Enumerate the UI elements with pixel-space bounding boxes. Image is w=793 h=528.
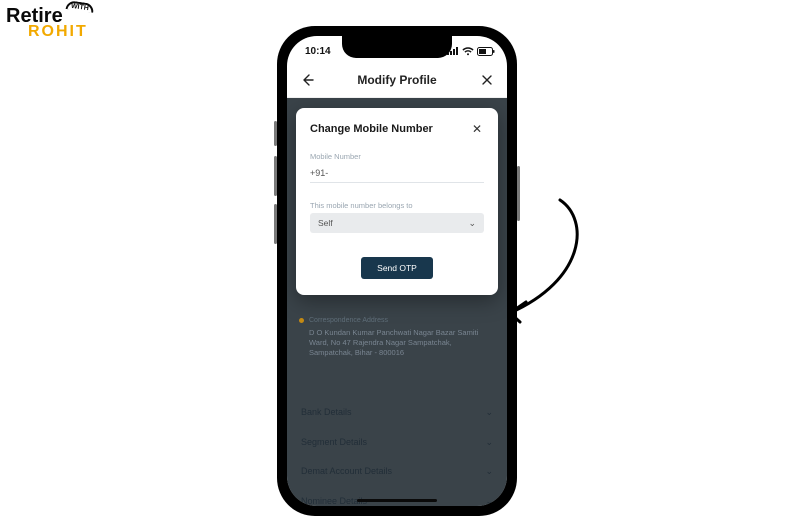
logo-badge: WITH <box>65 0 94 13</box>
belongs-to-select[interactable]: Self ⌄ <box>310 213 484 233</box>
accordion-label: Segment Details <box>301 436 367 450</box>
back-button[interactable] <box>299 72 315 88</box>
phone-screen: 10:14 Modify Profile Correspondence Addr… <box>287 36 507 506</box>
accordion-item[interactable]: Bank Details ⌄ <box>297 398 497 428</box>
section-list: Bank Details ⌄ Segment Details ⌄ Demat A… <box>297 398 497 506</box>
screen-header: Modify Profile <box>287 62 507 98</box>
belongs-to-label: This mobile number belongs to <box>310 201 484 210</box>
modal-title: Change Mobile Number <box>310 123 433 135</box>
accordion-item[interactable]: Nominee Details ⌄ <box>297 487 497 507</box>
close-icon: ✕ <box>472 122 482 136</box>
accordion-item[interactable]: Demat Account Details ⌄ <box>297 457 497 487</box>
change-mobile-modal: Change Mobile Number ✕ Mobile Number Thi… <box>296 108 498 295</box>
arrow-left-icon <box>300 73 314 87</box>
brand-logo: Retire WITH ROHIT <box>6 6 88 40</box>
mobile-number-label: Mobile Number <box>310 152 484 161</box>
chevron-down-icon: ⌄ <box>485 406 493 420</box>
accordion-item[interactable]: Segment Details ⌄ <box>297 428 497 458</box>
page-title: Modify Profile <box>357 73 436 87</box>
close-button[interactable] <box>479 72 495 88</box>
chevron-down-icon: ⌄ <box>485 436 493 450</box>
phone-notch <box>342 36 452 58</box>
phone-side-button <box>274 204 277 244</box>
close-icon <box>481 74 493 86</box>
screen-content: Correspondence Address D O Kundan Kumar … <box>287 98 507 506</box>
battery-icon <box>477 47 495 56</box>
phone-side-button <box>517 166 520 221</box>
phone-side-button <box>274 121 277 146</box>
phone-side-button <box>274 156 277 196</box>
chevron-down-icon: ⌄ <box>485 465 493 479</box>
select-value: Self <box>318 218 333 228</box>
accordion-label: Demat Account Details <box>301 465 392 479</box>
address-block: Correspondence Address D O Kundan Kumar … <box>309 316 479 358</box>
status-icons <box>447 47 495 56</box>
bullet-icon <box>299 318 304 323</box>
logo-line2: ROHIT <box>28 24 88 40</box>
home-indicator[interactable] <box>357 499 437 502</box>
send-otp-button[interactable]: Send OTP <box>361 257 433 279</box>
chevron-down-icon: ⌄ <box>485 495 493 507</box>
wifi-icon <box>462 47 474 56</box>
accordion-label: Bank Details <box>301 406 352 420</box>
modal-close-button[interactable]: ✕ <box>470 122 484 136</box>
phone-frame: 10:14 Modify Profile Correspondence Addr… <box>277 26 517 516</box>
address-title: Correspondence Address <box>309 316 479 327</box>
address-text: D O Kundan Kumar Panchwati Nagar Bazar S… <box>309 328 479 358</box>
mobile-number-input[interactable] <box>310 166 484 183</box>
status-time: 10:14 <box>305 46 331 57</box>
select-arrows-icon: ⌄ <box>468 218 476 229</box>
